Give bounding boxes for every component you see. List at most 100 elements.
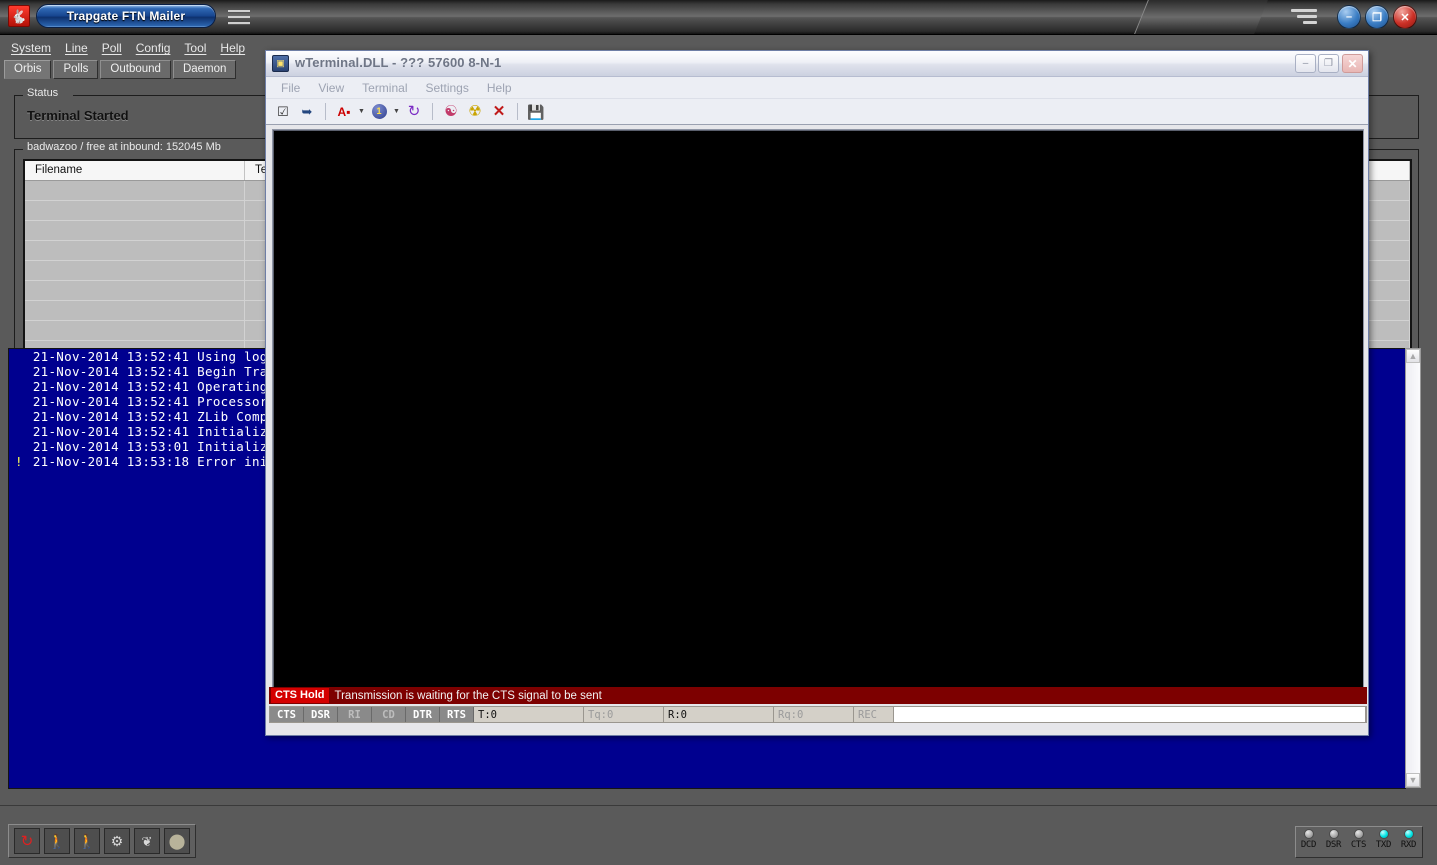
walking-person-icon: 🚶 [48,834,65,848]
led-label: DCD [1296,840,1321,850]
terminal-minimize-button[interactable]: – [1295,54,1316,73]
red-x-icon: ✕ [493,104,506,119]
radiation-button[interactable]: ☢ [464,101,486,122]
yin-yang-icon: ☯ [444,104,457,119]
signal-rts[interactable]: RTS [440,707,474,722]
log-severity-icon [15,439,25,454]
terminal-menu-settings[interactable]: Settings [417,79,478,97]
signal-dtr[interactable]: DTR [406,707,440,722]
titlebar-decoration [1134,0,1268,34]
modem-led-rxd: RXD [1396,829,1421,850]
signal-cts[interactable]: CTS [270,707,304,722]
terminal-screen[interactable] [272,129,1364,701]
capture-button[interactable]: ➥ [296,101,318,122]
terminal-menu-help[interactable]: Help [478,79,521,97]
number-one-badge-icon: 1 [372,104,387,119]
menu-item-system[interactable]: System [4,38,58,58]
app-minimize-button[interactable]: – [1337,5,1361,29]
log-severity-icon: ! [15,454,25,469]
menu-item-config[interactable]: Config [129,38,178,58]
app-close-button[interactable]: ✕ [1393,5,1417,29]
refresh-circular-icon: ↻ [408,104,421,119]
walk-back-button[interactable]: 🚶 [74,828,100,854]
menu-item-line[interactable]: Line [58,38,95,58]
terminal-menu-file[interactable]: File [272,79,309,97]
cts-hold-bar: CTS Hold Transmission is waiting for the… [269,687,1367,704]
terminal-menu-view[interactable]: View [309,79,353,97]
connection-dropdown[interactable]: ▼ [391,108,402,115]
app-title: Trapgate FTN Mailer [36,4,216,28]
connection-number-button[interactable]: 1 [368,101,390,122]
terminal-titlebar[interactable]: ▣ wTerminal.DLL - ??? 57600 8-N-1 – ❐ ✕ [266,51,1368,77]
disconnect-button[interactable]: ✕ [488,101,510,122]
app-logo-icon: 🐇 [8,5,30,27]
led-indicator-icon [1329,829,1339,839]
font-color-dropdown[interactable]: ▼ [356,108,367,115]
led-indicator-icon [1404,829,1414,839]
terminal-menu-terminal[interactable]: Terminal [353,79,416,97]
counter-transmitted: T:0 [474,707,584,722]
led-indicator-icon [1354,829,1364,839]
blob-button[interactable]: ⬤ [164,828,190,854]
table-cell [25,181,245,200]
signal-dsr[interactable]: DSR [304,707,338,722]
terminal-statusbar: CTS DSR RI CD DTR RTS T:0 Tq:0 R:0 Rq:0 … [269,706,1367,723]
menu-item-tool[interactable]: Tool [177,38,213,58]
terminal-title: wTerminal.DLL - ??? 57600 8-N-1 [295,55,501,70]
log-severity-icon [15,379,25,394]
app-bottom-toolbar: ↻ 🚶 🚶 ⚙ ❦ ⬤ DCDDSRCTSTXDRXD [0,805,1437,865]
tab-polls[interactable]: Polls [53,60,98,79]
counter-receive-queue: Rq:0 [774,707,854,722]
terminal-window[interactable]: ▣ wTerminal.DLL - ??? 57600 8-N-1 – ❐ ✕ … [265,50,1369,736]
table-cell [25,261,245,280]
yin-yang-button[interactable]: ☯ [440,101,462,122]
reset-button[interactable]: ↻ [403,101,425,122]
log-severity-icon [15,364,25,379]
scroll-down-icon[interactable]: ▼ [1406,773,1420,787]
led-label: TXD [1371,840,1396,850]
blob-icon: ⬤ [169,834,186,849]
application-window: 🐇 Trapgate FTN Mailer – ❐ ✕ System Line … [0,0,1437,865]
led-indicator-icon [1304,829,1314,839]
menu-item-poll[interactable]: Poll [95,38,129,58]
cts-hold-message: Transmission is waiting for the CTS sign… [335,690,602,702]
font-color-button[interactable]: A▪ [333,101,355,122]
signal-ri[interactable]: RI [338,707,372,722]
table-cell [25,241,245,260]
tab-daemon[interactable]: Daemon [173,60,236,79]
terminal-close-button[interactable]: ✕ [1342,54,1363,73]
gear-icon: ⚙ [111,834,124,848]
app-maximize-button[interactable]: ❐ [1365,5,1389,29]
log-severity-icon [15,424,25,439]
status-blank-area [894,707,1366,722]
poll-refresh-button[interactable]: ↻ [14,828,40,854]
tab-orbis[interactable]: Orbis [4,60,51,79]
settings-gear-button[interactable]: ⚙ [104,828,130,854]
refresh-arrows-icon: ↻ [21,834,34,849]
menu-grip-icon[interactable] [228,10,250,26]
terminal-maximize-button[interactable]: ❐ [1318,54,1339,73]
tangle-button[interactable]: ❦ [134,828,160,854]
menu-item-help[interactable]: Help [213,38,252,58]
modem-led-cts: CTS [1346,829,1371,850]
signal-cd[interactable]: CD [372,707,406,722]
walking-person-icon: 🚶 [78,834,95,848]
log-vertical-scrollbar[interactable]: ▲ ▼ [1405,348,1421,788]
save-button[interactable]: 💾 [525,101,547,122]
toolbar-separator [432,103,433,120]
counter-received: R:0 [664,707,774,722]
scroll-up-icon[interactable]: ▲ [1406,349,1420,363]
table-cell [25,221,245,240]
column-header-filename[interactable]: Filename [25,161,245,180]
led-label: DSR [1321,840,1346,850]
tab-outbound[interactable]: Outbound [100,60,171,79]
inbound-groupbox-legend: badwazoo / free at inbound: 152045 Mb [23,141,225,153]
walk-forward-button[interactable]: 🚶 [44,828,70,854]
font-color-icon: A▪ [338,106,351,118]
terminal-menubar: File View Terminal Settings Help [266,77,1368,99]
clipboard-check-button[interactable]: ☑ [272,101,294,122]
table-cell [25,301,245,320]
floppy-disk-icon: 💾 [527,105,544,119]
clipboard-check-icon: ☑ [277,105,289,118]
cts-hold-badge: CTS Hold [271,688,329,703]
